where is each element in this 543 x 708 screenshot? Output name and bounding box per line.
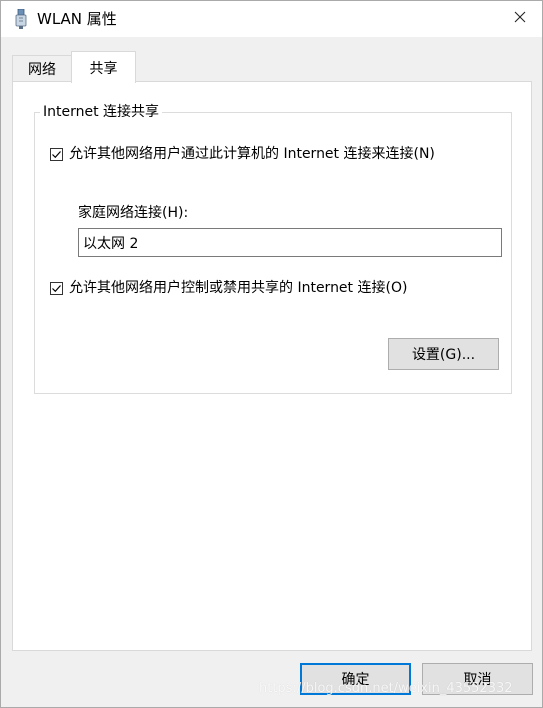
checkmark-icon xyxy=(52,284,61,292)
close-icon xyxy=(514,11,526,27)
dialog-window: WLAN 属性 网络 共享 Internet 连接共享 允许其他网络用户通过此计… xyxy=(0,0,543,708)
allow-connect-checkbox-row[interactable]: 允许其他网络用户通过此计算机的 Internet 连接来连接(N) xyxy=(50,146,435,162)
home-connection-label: 家庭网络连接(H): xyxy=(78,205,189,221)
window-title: WLAN 属性 xyxy=(37,10,117,28)
settings-button[interactable]: 设置(G)... xyxy=(388,338,499,370)
tab-sharing[interactable]: 共享 xyxy=(71,51,136,83)
allow-control-label: 允许其他网络用户控制或禁用共享的 Internet 连接(O) xyxy=(69,280,408,296)
close-button[interactable] xyxy=(497,1,543,37)
allow-control-checkbox-row[interactable]: 允许其他网络用户控制或禁用共享的 Internet 连接(O) xyxy=(50,280,407,296)
title-bar: WLAN 属性 xyxy=(1,1,542,37)
home-connection-field[interactable] xyxy=(78,228,502,257)
groupbox-legend: Internet 连接共享 xyxy=(40,104,163,120)
checkmark-icon xyxy=(52,150,61,158)
network-adapter-icon xyxy=(14,8,28,29)
allow-connect-checkbox[interactable] xyxy=(50,147,63,161)
watermark-text: https://blog.csdn.net/weixin_43552332 xyxy=(259,681,513,696)
ics-groupbox: Internet 连接共享 允许其他网络用户通过此计算机的 Internet 连… xyxy=(34,104,512,394)
allow-connect-label: 允许其他网络用户通过此计算机的 Internet 连接来连接(N) xyxy=(69,146,435,162)
allow-control-checkbox[interactable] xyxy=(50,281,63,295)
tab-network[interactable]: 网络 xyxy=(12,55,72,82)
tab-panel-sharing: Internet 连接共享 允许其他网络用户通过此计算机的 Internet 连… xyxy=(12,81,532,651)
